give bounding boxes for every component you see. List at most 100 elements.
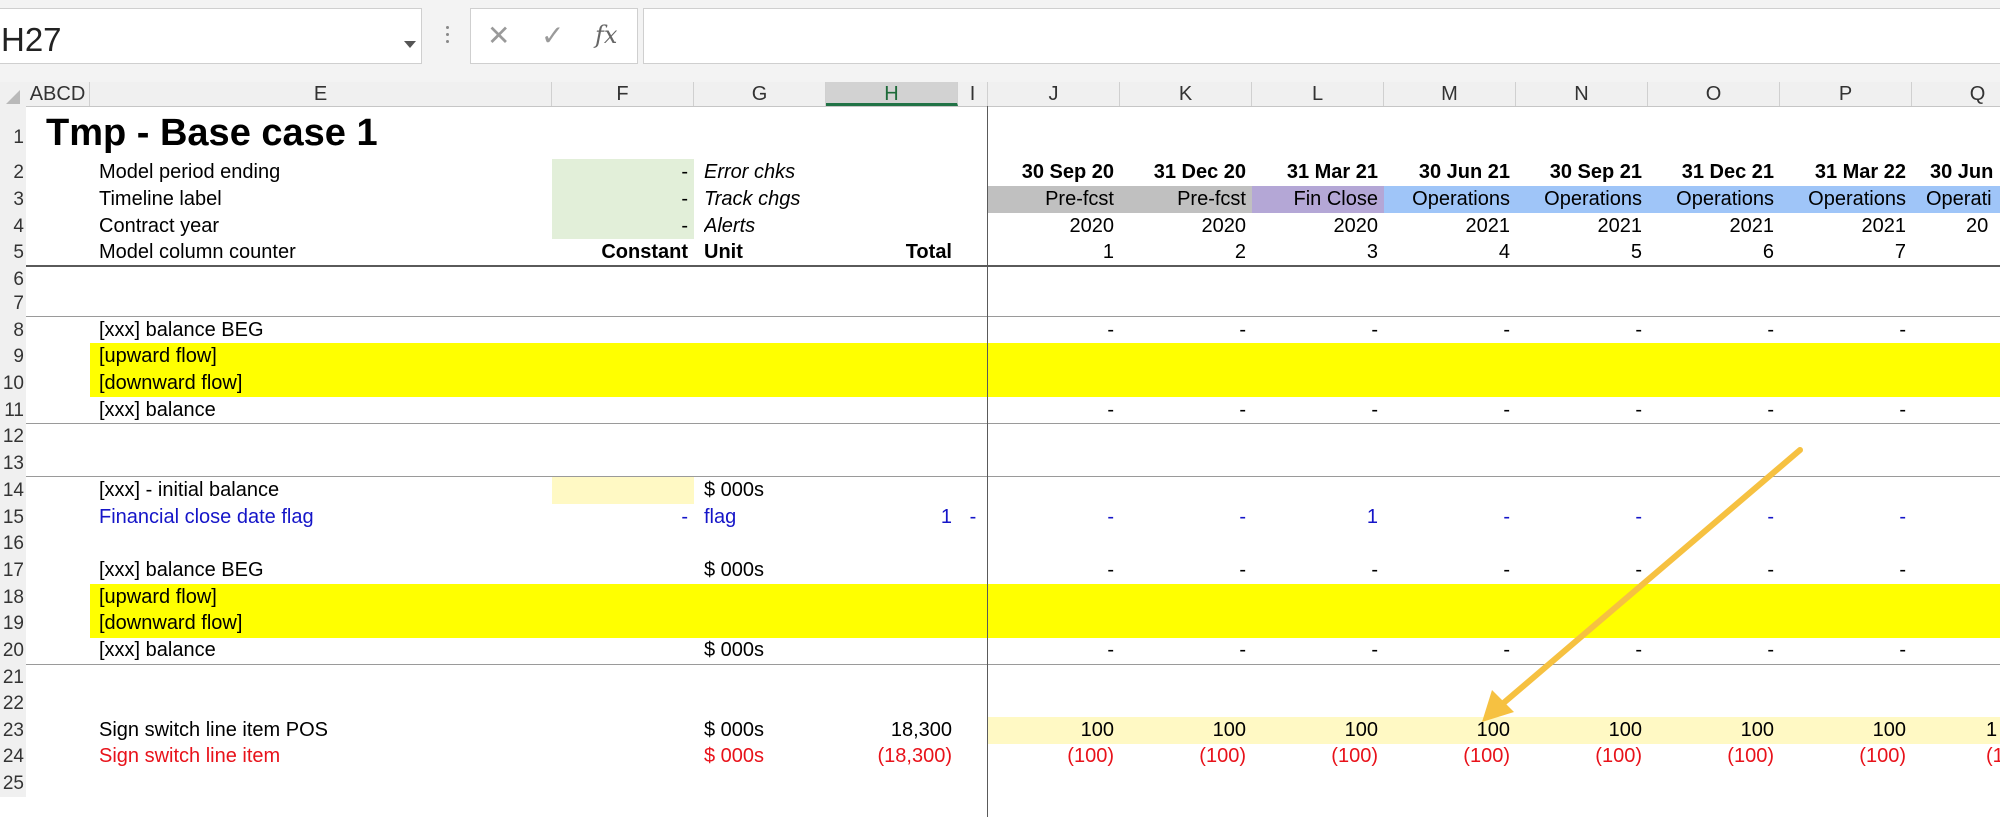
cell-value[interactable]: 1 (1252, 504, 1384, 531)
cell-value[interactable]: 1 (1986, 717, 2000, 744)
column-header-active[interactable]: H (826, 82, 958, 106)
timeline-cell[interactable]: Pre-fcst (988, 186, 1120, 213)
cell-label[interactable]: Contract year (99, 213, 549, 240)
row-header[interactable]: 4 (0, 213, 26, 240)
cell-value[interactable]: - (1120, 504, 1252, 531)
drag-handle-icon[interactable] (446, 26, 450, 46)
cell-value[interactable]: - (552, 159, 694, 186)
counter-cell[interactable]: 3 (1252, 239, 1384, 266)
cancel-icon[interactable]: ✕ (487, 19, 510, 52)
column-header[interactable]: K (1120, 82, 1252, 106)
row-header[interactable]: 1 (0, 106, 26, 159)
cell-value[interactable]: - (1780, 397, 1912, 424)
column-header[interactable]: I (958, 82, 988, 106)
cell-value[interactable]: - (1384, 317, 1516, 344)
counter-cell[interactable]: 6 (1648, 239, 1780, 266)
cell-label[interactable]: [xxx] - initial balance (99, 477, 549, 504)
row-header[interactable]: 6 (0, 266, 26, 293)
cell-value[interactable]: - (1648, 557, 1780, 584)
period-header[interactable]: 30 Sep 20 (988, 159, 1120, 186)
cell-value[interactable]: (100) (1384, 743, 1516, 770)
cell-label[interactable]: [xxx] balance (99, 397, 549, 424)
column-header[interactable]: L (1252, 82, 1384, 106)
select-all-icon[interactable] (6, 90, 20, 104)
row-header[interactable]: 17 (0, 557, 26, 584)
counter-cell[interactable]: 2 (1120, 239, 1252, 266)
unit-cell[interactable]: $ 000s (704, 477, 824, 504)
row-header[interactable]: 12 (0, 423, 26, 450)
cell-value[interactable]: - (552, 504, 694, 531)
cell-value[interactable]: 100 (1384, 717, 1516, 744)
cell-value[interactable]: (100) (1780, 743, 1912, 770)
period-header[interactable]: 31 Mar 21 (1252, 159, 1384, 186)
period-header[interactable]: 30 Sep 21 (1516, 159, 1648, 186)
cell-label[interactable]: [downward flow] (99, 370, 549, 397)
unit-cell[interactable]: $ 000s (704, 743, 824, 770)
total-cell[interactable]: (18,300) (826, 743, 958, 770)
sheet-title[interactable]: Tmp - Base case 1 (46, 108, 746, 158)
column-header[interactable]: J (988, 82, 1120, 106)
cell-value[interactable]: 100 (1120, 717, 1252, 744)
period-header[interactable]: 30 Jun (1930, 159, 2000, 186)
cell-label[interactable]: [upward flow] (99, 584, 549, 611)
cell-value[interactable]: - (1516, 557, 1648, 584)
column-header[interactable]: F (552, 82, 694, 106)
cell-value[interactable]: - (1648, 637, 1780, 664)
year-cell[interactable]: 2020 (988, 213, 1120, 240)
cell-value[interactable]: - (1648, 504, 1780, 531)
cell-label[interactable]: Sign switch line item POS (99, 717, 549, 744)
timeline-cell[interactable]: Operations (1648, 186, 1780, 213)
timeline-cell[interactable]: Pre-fcst (1120, 186, 1252, 213)
unit-cell[interactable]: flag (704, 504, 824, 531)
timeline-cell[interactable]: Operati (1926, 186, 2000, 213)
insert-function-icon[interactable]: fx (595, 21, 617, 49)
cell-label[interactable]: Sign switch line item (99, 743, 549, 770)
cell-value[interactable]: - (1120, 637, 1252, 664)
column-header[interactable]: M (1384, 82, 1516, 106)
cell-value[interactable]: - (1516, 317, 1648, 344)
timeline-cell[interactable]: Fin Close (1252, 186, 1384, 213)
cell-value[interactable]: - (1120, 557, 1252, 584)
cell-value[interactable]: - (988, 504, 1120, 531)
cell-value[interactable]: - (958, 504, 988, 531)
cell-value[interactable]: - (1516, 637, 1648, 664)
cell-value[interactable]: - (1516, 504, 1648, 531)
cell-value[interactable]: - (1252, 317, 1384, 344)
cell-value[interactable]: - (1780, 557, 1912, 584)
cell-value[interactable]: - (1384, 637, 1516, 664)
total-header[interactable]: Total (826, 239, 958, 266)
cell-label[interactable]: Model column counter (99, 239, 549, 266)
timeline-cell[interactable]: Operations (1780, 186, 1912, 213)
cell-value[interactable]: 100 (1252, 717, 1384, 744)
period-header[interactable]: 31 Mar 22 (1780, 159, 1912, 186)
row-header[interactable]: 15 (0, 504, 26, 531)
cell-value[interactable]: (100) (1516, 743, 1648, 770)
enter-check-icon[interactable]: ✓ (541, 19, 564, 52)
column-header[interactable]: Q (1912, 82, 2000, 106)
cell-value[interactable]: 100 (1648, 717, 1780, 744)
cell-value[interactable]: - (1384, 557, 1516, 584)
alerts-label[interactable]: Alerts (704, 213, 954, 240)
year-cell[interactable]: 2021 (1516, 213, 1648, 240)
row-header[interactable]: 14 (0, 477, 26, 504)
row-header[interactable]: 21 (0, 664, 26, 691)
cell-value[interactable]: - (988, 637, 1120, 664)
cell-label[interactable]: [xxx] balance BEG (99, 557, 549, 584)
formula-input[interactable] (643, 8, 2000, 64)
cell-value[interactable]: - (1252, 637, 1384, 664)
cell-value[interactable]: 100 (1516, 717, 1648, 744)
row-header[interactable]: 18 (0, 584, 26, 611)
cell-value[interactable]: - (988, 397, 1120, 424)
row-header[interactable]: 5 (0, 239, 26, 266)
row-header[interactable]: 8 (0, 317, 26, 344)
column-header[interactable]: E (90, 82, 552, 106)
cell-value[interactable]: - (988, 557, 1120, 584)
cell-value[interactable]: - (988, 317, 1120, 344)
timeline-cell[interactable]: Operations (1516, 186, 1648, 213)
cell-label[interactable]: [upward flow] (99, 343, 549, 370)
cell-label[interactable]: [xxx] balance BEG (99, 317, 549, 344)
period-header[interactable]: 30 Jun 21 (1384, 159, 1516, 186)
unit-header[interactable]: Unit (704, 239, 824, 266)
cell-value[interactable]: - (1252, 557, 1384, 584)
row-header[interactable]: 22 (0, 690, 26, 717)
